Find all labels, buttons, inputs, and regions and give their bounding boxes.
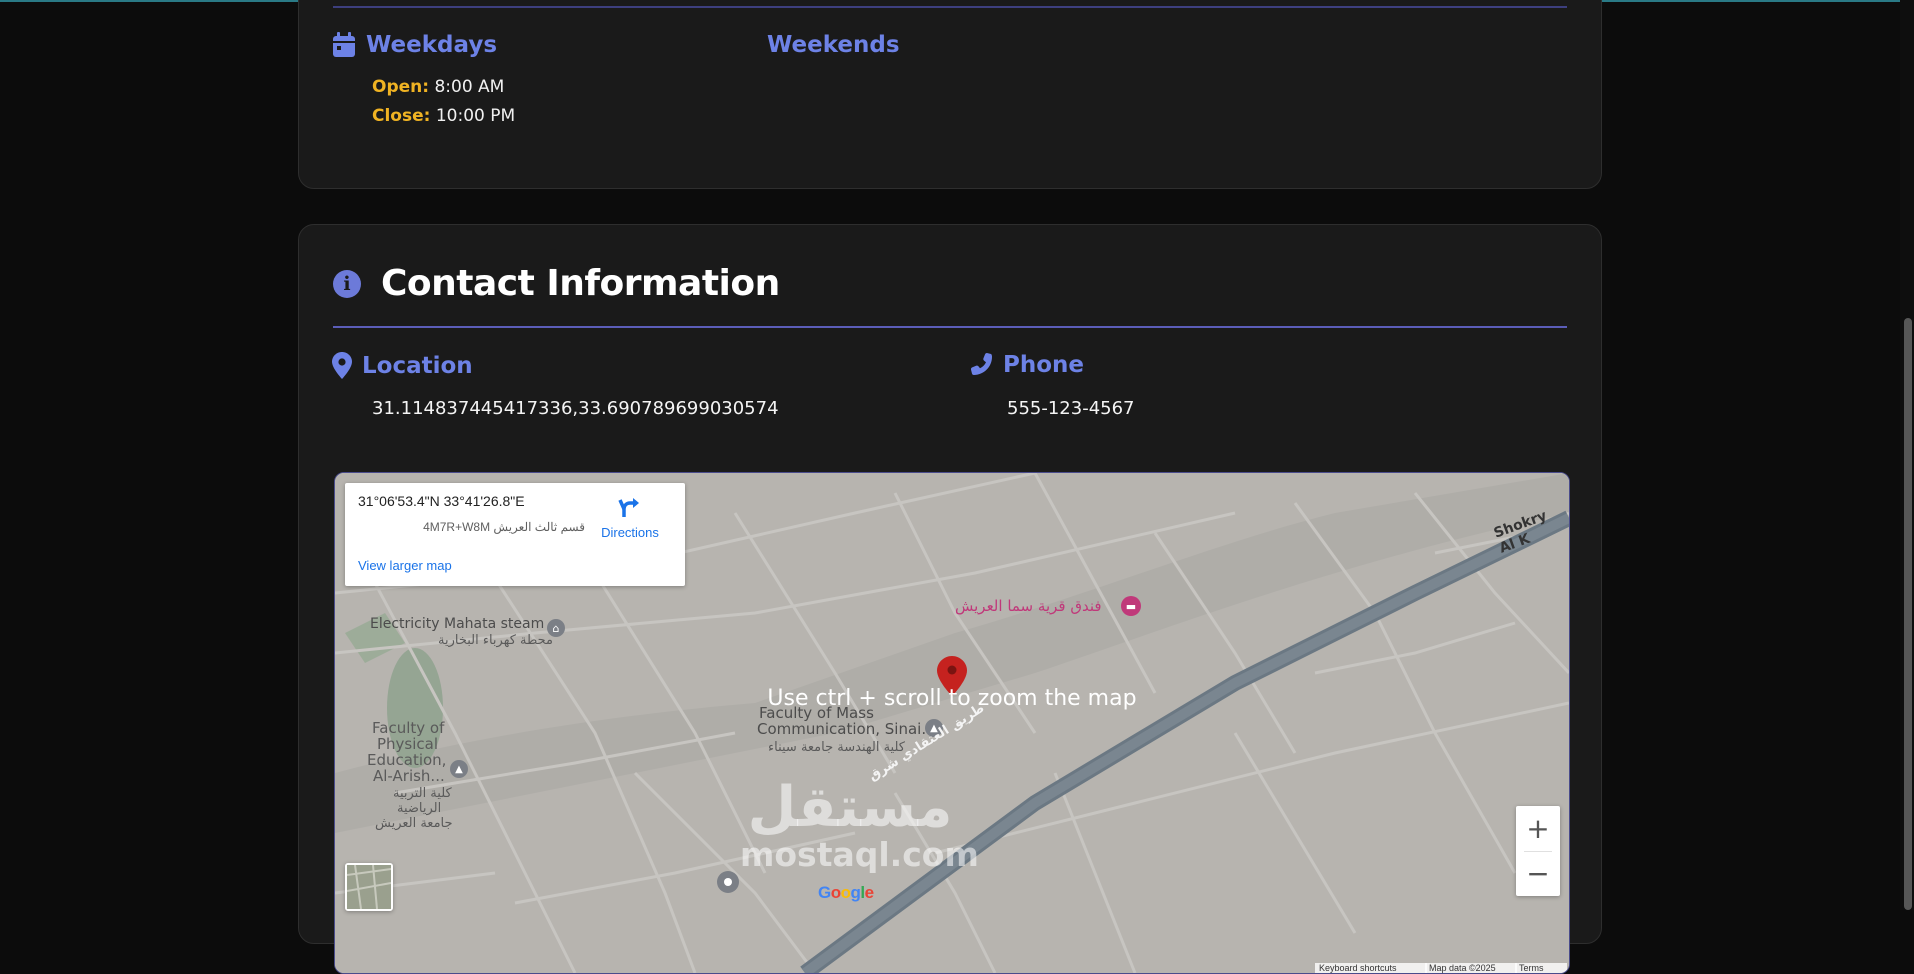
open-label: Open: — [372, 77, 430, 97]
place-label-electricity-ar: محطة كهرباء البخارية — [438, 633, 554, 648]
weekends-heading: Weekends — [767, 32, 900, 58]
opening-hours-card: Weekdays Weekends Open: 8:00 AM Close: 1… — [298, 0, 1602, 189]
location-value: 31.114837445417336,33.690789699030574 — [372, 398, 779, 419]
satellite-preview — [346, 864, 392, 910]
zoom-hint: Use ctrl + scroll to zoom the map — [767, 686, 1137, 711]
satellite-toggle[interactable] — [345, 863, 393, 911]
zoom-divider — [1524, 851, 1552, 852]
close-label: Close: — [372, 106, 431, 126]
directions-button[interactable]: Directions — [595, 495, 665, 540]
coordinates-text: 31°06'53.4"N 33°41'26.8"E — [358, 493, 525, 509]
close-time: 10:00 PM — [435, 106, 516, 126]
place-label-pe-ar-2: الرياضية — [397, 801, 442, 816]
location-heading: Location — [332, 352, 473, 379]
location-title: Location — [362, 352, 473, 379]
watermark-latin: mostaql.com — [740, 835, 979, 874]
directions-label: Directions — [601, 525, 659, 540]
school-icon: ▲ — [450, 760, 468, 778]
watermark-arabic: مستقل — [747, 775, 953, 840]
place-label-electricity: Electricity Mahata steam — [370, 616, 545, 632]
landmark-icon: ⌂ — [547, 619, 565, 637]
keyboard-shortcuts-link[interactable]: Keyboard shortcuts — [1315, 963, 1427, 973]
google-logo: Google — [818, 883, 874, 902]
place-label-hotel: فندق قرية سما العريش — [955, 597, 1102, 615]
place-label-pe-3: Education, — [367, 751, 447, 769]
contact-title: Contact Information — [381, 263, 780, 304]
phone-title: Phone — [1003, 352, 1085, 378]
zoom-out-button[interactable]: − — [1516, 851, 1560, 896]
map-pin-icon — [715, 869, 741, 899]
zoom-in-button[interactable]: + — [1516, 806, 1560, 851]
view-larger-map-link[interactable]: View larger map — [358, 558, 452, 573]
phone-heading: Phone — [967, 352, 1084, 378]
place-label-pe-2: Physical — [377, 735, 439, 753]
place-info-card: 31°06'53.4"N 33°41'26.8"E 4M7R+W8M قسم ث… — [345, 483, 685, 586]
phone-icon — [967, 352, 993, 378]
place-label-pe-ar-3: جامعة العريش — [375, 816, 453, 831]
open-row: Open: 8:00 AM — [372, 77, 504, 97]
plus-code-text: 4M7R+W8M قسم ثالث العريش — [423, 520, 585, 534]
watermark: مستقل mostaql.com — [740, 775, 979, 874]
phone-value: 555-123-4567 — [1007, 398, 1135, 419]
place-label-faculty-eng-ar: كلية الهندسة جامعة سيناء — [768, 740, 905, 755]
hours-divider — [333, 6, 1567, 8]
map-data-attribution: Map data ©2025 — [1425, 963, 1517, 973]
contact-card: i Contact Information Location 31.114837… — [298, 224, 1602, 974]
weekdays-title: Weekdays — [366, 32, 498, 58]
place-label-faculty-mass-2: Communication, Sinai... — [757, 720, 936, 738]
contact-heading: i Contact Information — [333, 263, 780, 304]
scrollbar-thumb[interactable] — [1904, 318, 1912, 910]
terms-link[interactable]: Terms — [1515, 963, 1567, 973]
embedded-map[interactable]: Electricity Mahata steam محطة كهرباء الب… — [334, 472, 1570, 974]
info-icon: i — [333, 269, 361, 298]
place-label-pe-ar-1: كلية التربية — [393, 786, 452, 801]
place-label-pe-1: Faculty of — [372, 719, 445, 737]
close-row: Close: 10:00 PM — [372, 106, 515, 126]
calendar-icon — [332, 32, 356, 58]
directions-icon — [618, 498, 642, 523]
location-pin-icon — [332, 352, 352, 379]
contact-divider — [333, 326, 1567, 328]
weekends-title: Weekends — [767, 32, 900, 58]
zoom-control: + − — [1516, 806, 1560, 896]
weekdays-heading: Weekdays — [332, 32, 497, 58]
hotel-icon: ▬ — [1121, 596, 1141, 616]
page-scrollbar[interactable] — [1900, 0, 1914, 910]
place-label-pe-4: Al-Arish... — [373, 767, 445, 785]
open-time: 8:00 AM — [434, 77, 505, 97]
